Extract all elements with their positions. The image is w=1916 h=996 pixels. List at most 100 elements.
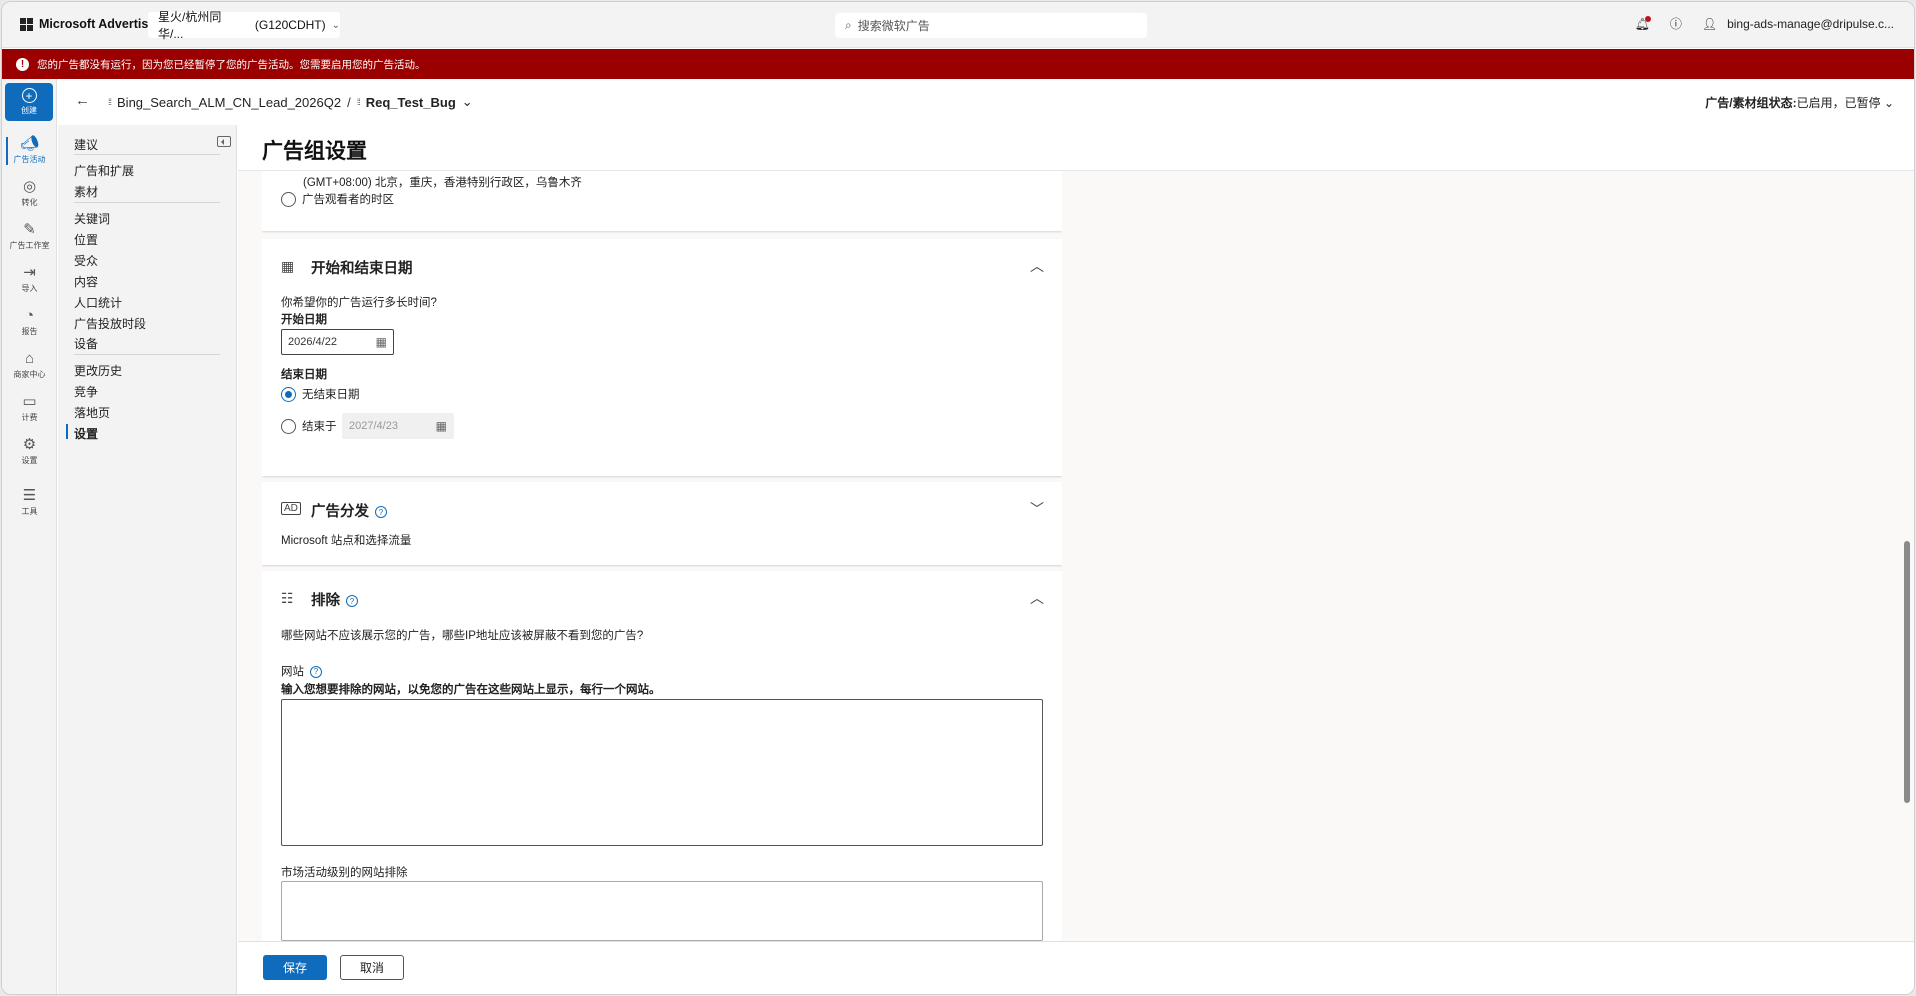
page-title: 广告组设置 — [262, 140, 367, 163]
settings-scroll-area[interactable]: (GMT+08:00) 北京，重庆，香港特别行政区，乌鲁木齐 广告观看者的时区 … — [262, 171, 1062, 945]
end-date-label: 结束日期 — [281, 369, 327, 381]
rail-item-settings[interactable]: ⚙︎ 设置 — [2, 436, 57, 466]
adgroup-nav: 建议 广告和扩展 素材 关键词 位置 受众 内容 人口统计 广告投放时段 设备 … — [58, 125, 237, 994]
nav-item-assets[interactable]: 素材 — [74, 183, 98, 200]
rail-item-conversions[interactable]: ◎ 转化 — [2, 178, 57, 208]
radio-checked[interactable] — [281, 386, 296, 402]
cancel-button[interactable]: 取消 — [340, 955, 404, 980]
end-on-radio[interactable]: 结束于 — [281, 418, 337, 434]
save-button[interactable]: 保存 — [263, 955, 327, 980]
vertical-scrollbar[interactable] — [1904, 541, 1910, 803]
campaign-grip-icon: ⁞⁞ — [108, 97, 112, 107]
nav-item-landing-page[interactable]: 落地页 — [74, 404, 110, 421]
target-icon: ◎ — [22, 178, 37, 195]
account-selector[interactable]: 星火/杭州同华/... (G120CDHT) ⌄ — [148, 10, 340, 41]
chevron-down-icon: ⌄ — [1883, 96, 1894, 110]
rail-label: 商家中心 — [13, 370, 46, 379]
footer-bar: 保存 取消 — [238, 941, 1914, 994]
nav-item-settings[interactable]: 设置 — [65, 424, 98, 442]
rail-item-campaigns[interactable]: 📣︎ 广告活动 — [2, 135, 57, 165]
campaign-level-exclusions-box[interactable] — [281, 881, 1043, 941]
nav-item-locations[interactable]: 位置 — [74, 231, 98, 248]
exclusions-card: ☷ 排除? ︿ 哪些网站不应该展示您的广告，哪些IP地址应该被屏蔽不看到您的广告… — [262, 571, 1062, 945]
breadcrumb-adgroup[interactable]: Req_Test_Bug — [366, 95, 456, 110]
search-icon: ⌕ — [845, 18, 852, 32]
distribution-desc: Microsoft 站点和选择流量 — [281, 535, 412, 547]
status-value: 已启用，已暂停 — [1796, 96, 1881, 110]
breadcrumb-bar: ← ⁞⁞ Bing_Search_ALM_CN_Lead_2026Q2 / ⁞⁞… — [58, 79, 1914, 125]
calendar-icon[interactable]: ▦ — [376, 335, 387, 349]
nav-item-audiences[interactable]: 受众 — [74, 252, 98, 269]
main-content: 广告组设置 (GMT+08:00) 北京，重庆，香港特别行政区，乌鲁木齐 广告观… — [238, 125, 1914, 994]
microsoft-logo-icon — [20, 17, 33, 31]
search-input[interactable]: ⌕ 搜索微软广告 — [835, 13, 1147, 38]
chevron-down-icon[interactable]: ⌄ — [462, 94, 473, 110]
user-email: bing-ads-manage@dripulse.c... — [1727, 16, 1894, 31]
breadcrumb-campaign[interactable]: Bing_Search_ALM_CN_Lead_2026Q2 — [117, 95, 341, 110]
nav-item-ad-schedule[interactable]: 广告投放时段 — [74, 315, 146, 332]
dates-question: 你希望你的广告运行多长时间? — [281, 297, 437, 309]
nav-item-keywords[interactable]: 关键词 — [74, 210, 110, 227]
end-on-label: 结束于 — [302, 421, 337, 433]
megaphone-icon: 📣︎ — [19, 135, 40, 152]
chevron-down-icon[interactable]: ﹀ — [1030, 499, 1044, 519]
nav-divider — [74, 202, 220, 203]
plus-icon: + — [21, 88, 37, 103]
calendar-icon: ▦ — [435, 419, 447, 433]
help-icon[interactable]: ⓘ — [1670, 15, 1682, 32]
help-icon[interactable]: ? — [310, 665, 322, 678]
rail-item-tools[interactable]: ☰ 工具 — [2, 487, 57, 517]
nav-item-content[interactable]: 内容 — [74, 273, 98, 290]
start-date-input[interactable]: 2026/4/22 ▦ — [281, 329, 394, 355]
top-bar: Microsoft Advertising 星火/杭州同华/... (G120C… — [2, 2, 1914, 48]
dates-card: ▦ 开始和结束日期 ︿ 你希望你的广告运行多长时间? 开始日期 2026/4/2… — [262, 239, 1062, 476]
no-end-date-radio[interactable]: 无结束日期 — [281, 386, 360, 402]
distribution-card: AD 广告分发? ﹀ Microsoft 站点和选择流量 — [262, 482, 1062, 565]
exclusions-title-text: 排除 — [311, 593, 340, 609]
rail-label: 广告活动 — [13, 155, 46, 164]
top-right-actions: 🔔︎ ⓘ 👤︎ bing-ads-manage@dripulse.c... — [1635, 15, 1894, 32]
rail-label: 设置 — [21, 456, 38, 465]
notification-bell-icon[interactable]: 🔔︎ — [1635, 15, 1651, 31]
nav-item-devices[interactable]: 设备 — [74, 335, 98, 352]
rail-item-ad-studio[interactable]: ✎ 广告工作室 — [2, 221, 57, 251]
start-date-label: 开始日期 — [281, 314, 327, 326]
import-icon: ⇥ — [23, 264, 36, 281]
chevron-up-icon[interactable]: ︿ — [1030, 588, 1044, 608]
user-avatar-icon: 👤︎ — [1701, 16, 1718, 31]
nav-divider — [74, 154, 220, 155]
nav-item-change-history[interactable]: 更改历史 — [74, 362, 122, 379]
nav-item-ads[interactable]: 广告和扩展 — [74, 162, 134, 179]
website-label-text: 网站 — [281, 666, 304, 678]
help-icon[interactable]: ? — [346, 595, 358, 608]
rail-item-import[interactable]: ⇥ 导入 — [2, 264, 57, 294]
end-date-input: 2027/4/23 ▦ — [342, 413, 454, 439]
nav-item-recommendations[interactable]: 建议 — [74, 136, 98, 153]
alert-text: 您的广告都没有运行，因为您已经暂停了您的广告活动。您需要启用您的广告活动。 — [37, 58, 426, 71]
breadcrumb: ⁞⁞ Bing_Search_ALM_CN_Lead_2026Q2 / ⁞⁞ R… — [108, 94, 473, 110]
viewer-timezone-radio[interactable]: 广告观看者的时区 — [281, 191, 394, 207]
radio-unchecked[interactable] — [281, 418, 296, 434]
back-arrow-icon[interactable]: ← — [75, 92, 90, 109]
rail-item-reports[interactable]: ◔ 报告 — [2, 307, 57, 337]
rail-item-merchant-center[interactable]: ⌂ 商家中心 — [2, 350, 57, 380]
rail-item-billing[interactable]: ▭ 计费 — [2, 393, 57, 423]
nav-item-demographics[interactable]: 人口统计 — [74, 294, 122, 311]
adgroup-status[interactable]: 广告/素材组状态:已启用，已暂停 ⌄ — [1705, 94, 1894, 111]
create-label: 创建 — [21, 106, 37, 115]
rail-label: 转化 — [21, 198, 38, 207]
adgroup-grip-icon: ⁞⁞ — [356, 97, 361, 107]
radio-unchecked[interactable] — [281, 191, 296, 207]
website-exclusions-textarea[interactable] — [281, 699, 1043, 846]
exclusions-title: 排除? — [311, 589, 358, 610]
nav-item-competition[interactable]: 竞争 — [74, 383, 98, 400]
chevron-up-icon[interactable]: ︿ — [1030, 256, 1044, 276]
status-label: 广告/素材组状态: — [1705, 96, 1797, 110]
viewer-timezone-label: 广告观看者的时区 — [302, 194, 394, 206]
page-header: 广告组设置 — [238, 125, 1914, 171]
help-icon[interactable]: ? — [375, 506, 387, 519]
user-menu[interactable]: 👤︎ bing-ads-manage@dripulse.c... — [1702, 17, 1894, 31]
collapse-nav-icon[interactable] — [217, 136, 231, 147]
create-button[interactable]: + 创建 — [5, 83, 53, 121]
brand[interactable]: Microsoft Advertising — [20, 17, 167, 31]
